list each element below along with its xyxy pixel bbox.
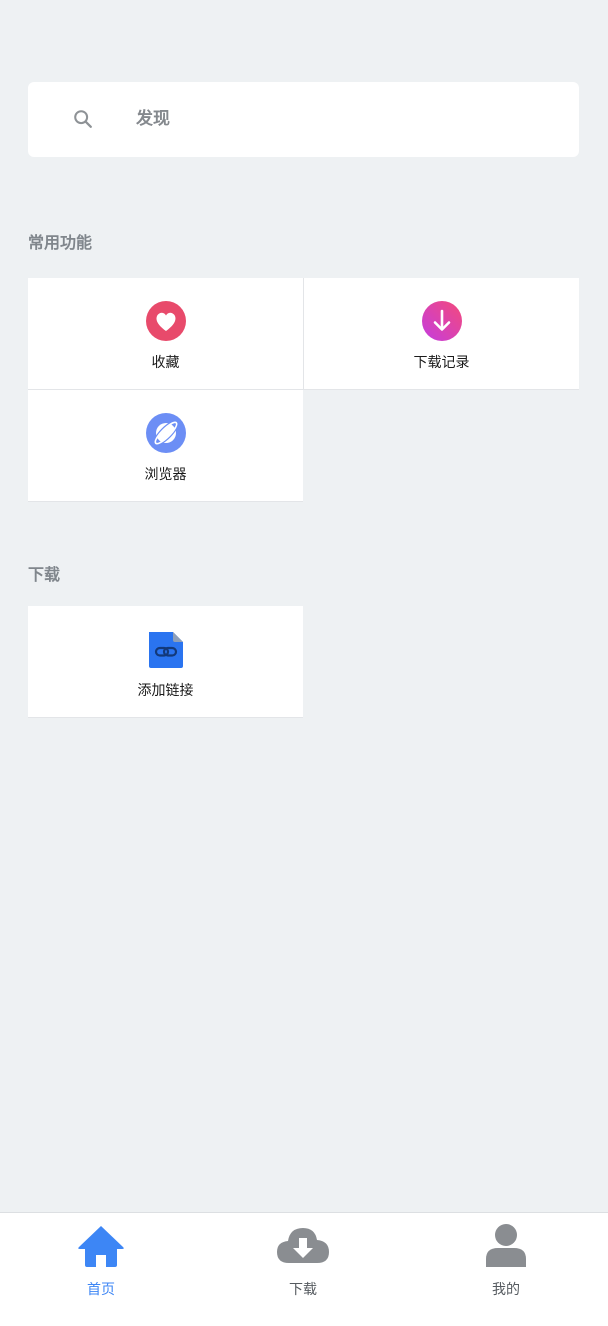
browser-planet-icon [146,413,186,453]
bottom-tab-bar: 首页 下载 我的 [0,1212,608,1326]
download-history-label: 下载记录 [413,355,470,371]
search-icon [74,110,92,128]
section-title-download: 下载 [28,565,61,584]
section-title-common: 常用功能 [28,233,93,252]
user-icon [486,1224,526,1267]
tab-download[interactable]: 下载 [202,1213,404,1326]
heart-icon [146,301,186,341]
tab-home[interactable]: 首页 [0,1213,202,1326]
app-screen: 发现 常用功能 收藏 下载记录 浏览器 下载 添加链接 首页 下载 我的 [0,0,608,1326]
download-grid: 添加链接 [28,606,579,718]
add-link-item[interactable]: 添加链接 [28,606,303,718]
browser-item[interactable]: 浏览器 [28,390,303,502]
tab-mine-label: 我的 [492,1282,520,1298]
download-arrow-icon [422,301,462,341]
tab-home-label: 首页 [87,1282,115,1298]
home-icon [78,1226,124,1267]
common-functions-grid: 收藏 下载记录 浏览器 [28,278,579,502]
tab-mine[interactable]: 我的 [404,1213,608,1326]
search-text: 发现 [136,109,170,129]
favorites-label: 收藏 [151,355,180,371]
download-history-item[interactable]: 下载记录 [303,278,579,390]
cloud-download-icon [277,1228,329,1263]
tab-download-label: 下载 [289,1282,317,1298]
link-file-icon [149,632,183,668]
browser-label: 浏览器 [144,467,187,483]
favorites-item[interactable]: 收藏 [28,278,303,390]
search-bar[interactable]: 发现 [28,82,579,157]
add-link-label: 添加链接 [137,683,194,699]
